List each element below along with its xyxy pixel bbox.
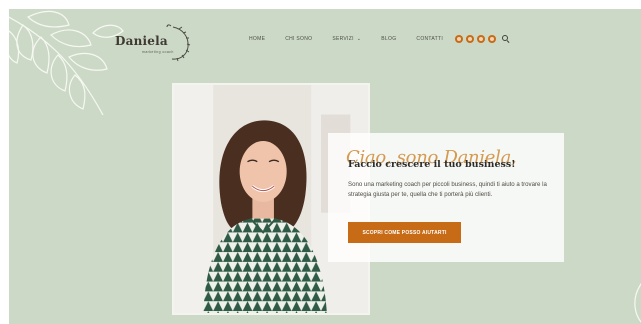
nav-item-label: HOME [249, 36, 266, 42]
decorative-leaf-corner [634, 282, 641, 323]
social-links [455, 35, 499, 43]
nav-item-chi-sono[interactable]: CHI SONO [285, 36, 312, 42]
nav-item-label: CONTATTI [416, 36, 444, 42]
social-icon-1[interactable] [455, 35, 464, 43]
hero-intro-text: Sono una marketing coach per piccoli bus… [348, 181, 547, 198]
main-navigation: HOME CHI SONO SERVIZI ⌄ BLOG CONTATTI [249, 32, 510, 46]
logo-tagline: marketing coach [142, 50, 174, 54]
nav-item-servizi[interactable]: SERVIZI ⌄ [332, 36, 361, 42]
cta-button[interactable]: SCOPRI COME POSSO AIUTARTI [348, 222, 461, 243]
chevron-down-icon: ⌄ [356, 36, 362, 42]
site-logo[interactable]: Daniela marketing coach [115, 23, 191, 65]
social-icon-3[interactable] [477, 35, 486, 43]
nav-item-blog[interactable]: BLOG [381, 36, 396, 42]
nav-item-label: BLOG [381, 36, 397, 42]
nav-item-home[interactable]: HOME [249, 36, 265, 42]
nav-item-label: CHI SONO [285, 36, 313, 42]
nav-item-label: SERVIZI [332, 36, 354, 42]
hero-intro-card: Ciao, sono Daniela, Faccio crescere il t… [328, 133, 564, 262]
social-icon-2[interactable] [466, 35, 475, 43]
hero-headline: Faccio crescere il tuo business! [348, 159, 516, 170]
logo-name: Daniela [115, 34, 168, 48]
nav-item-contatti[interactable]: CONTATTI [416, 36, 443, 42]
search-icon[interactable] [502, 35, 510, 43]
page: Daniela marketing coach HOME CHI SONO SE… [9, 9, 641, 324]
social-icon-4[interactable] [488, 35, 497, 43]
